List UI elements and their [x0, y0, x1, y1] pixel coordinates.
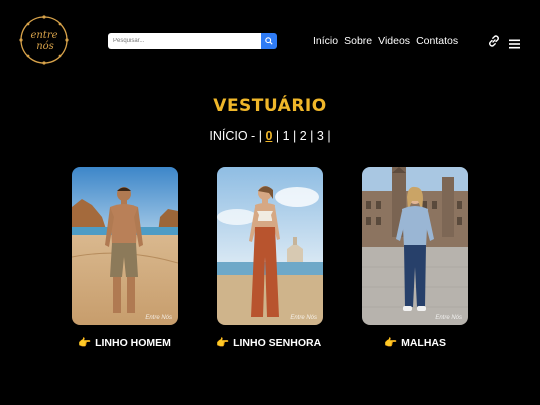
search-icon [265, 37, 273, 45]
page-link-1[interactable]: 1 [283, 129, 290, 143]
card-label-linho-senhora[interactable]: 👉 LINHO SENHORA [216, 336, 321, 349]
card-label-text: MALHAS [401, 337, 446, 349]
pointing-hand-icon: 👉 [216, 337, 230, 349]
pager-prefix: INÍCIO - | [209, 129, 262, 143]
card-label-linho-homem[interactable]: 👉 LINHO HOMEM [78, 336, 171, 349]
menu-icon[interactable] [509, 36, 520, 49]
card-watermark: Entre Nós [290, 315, 317, 321]
card-image-woman-seaside [217, 167, 323, 325]
card-malhas[interactable]: Entre Nós [362, 167, 468, 325]
card-image-man-beach [72, 167, 178, 325]
pointing-hand-icon: 👉 [384, 337, 398, 349]
page-title: VESTUÁRIO [213, 96, 327, 116]
card-label-malhas[interactable]: 👉 MALHAS [384, 336, 446, 349]
search-input[interactable] [108, 33, 261, 49]
logo-text-1: entre [30, 30, 57, 41]
card-image-woman-city [362, 167, 468, 325]
page-link-2[interactable]: 2 [300, 129, 307, 143]
nav-item-videos[interactable]: Videos [378, 35, 410, 47]
card-linho-senhora[interactable]: Entre Nós [217, 167, 323, 325]
card-watermark: Entre Nós [145, 315, 172, 321]
page-link-current[interactable]: 0 [265, 129, 272, 143]
nav-item-inicio[interactable]: Início [313, 35, 338, 47]
nav-item-sobre[interactable]: Sobre [344, 35, 372, 47]
brand-logo[interactable]: entre nós [18, 14, 70, 66]
card-watermark: Entre Nós [435, 315, 462, 321]
search-bar [108, 33, 277, 49]
card-label-text: LINHO SENHORA [233, 337, 322, 349]
card-linho-homem[interactable]: Entre Nós [72, 167, 178, 325]
pointing-hand-icon: 👉 [78, 337, 92, 349]
nav-item-contatos[interactable]: Contatos [416, 35, 458, 47]
page-link-3[interactable]: 3 [317, 129, 324, 143]
pagination: INÍCIO - | 0 | 1 | 2 | 3 | [209, 129, 331, 143]
main-nav: Início Sobre Videos Contatos [313, 35, 458, 47]
card-label-text: LINHO HOMEM [95, 337, 171, 349]
link-icon[interactable] [487, 34, 501, 48]
logo-text-2: nós [36, 41, 54, 52]
search-button[interactable] [261, 33, 277, 49]
